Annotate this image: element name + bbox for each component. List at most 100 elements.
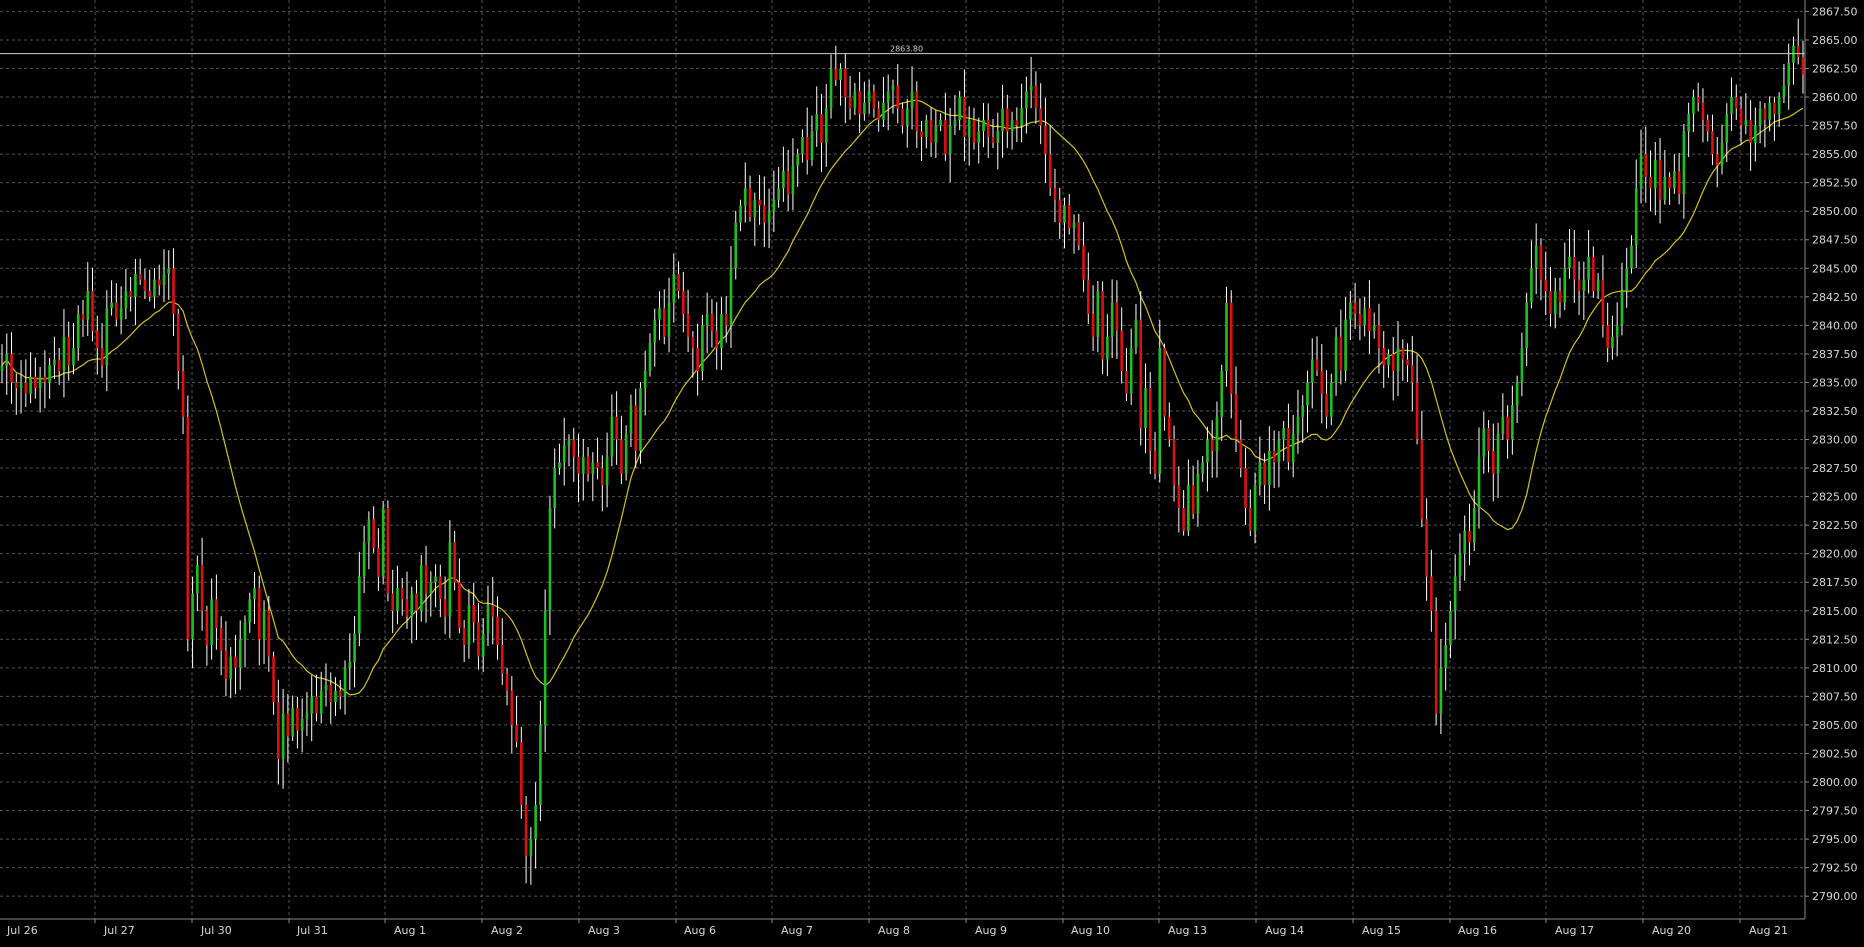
candle-body [1129, 348, 1133, 394]
candle-body [105, 308, 109, 366]
y-tick-label: 2847.50 [1812, 234, 1858, 247]
candle-body [334, 690, 337, 703]
candle-body [581, 456, 585, 474]
candle-body [143, 279, 147, 292]
candle-body [1177, 485, 1181, 509]
candle-body [153, 279, 156, 297]
candle-body [1458, 553, 1462, 577]
candle-body [215, 599, 218, 628]
candle-body [1096, 291, 1100, 337]
candle-body [481, 633, 485, 657]
y-tick-label: 2842.50 [1812, 291, 1858, 304]
candle-body [553, 468, 556, 509]
candle-body [1325, 393, 1328, 417]
candle-body [1291, 433, 1295, 463]
candle-body [1439, 667, 1443, 714]
candle-body [562, 445, 566, 463]
candle-body [286, 713, 290, 737]
candle-body [1029, 85, 1033, 92]
y-tick-label: 2832.50 [1812, 405, 1858, 418]
candle-body [691, 336, 695, 349]
candle-body [448, 542, 452, 617]
candle-body [1501, 416, 1505, 434]
candle-body [1787, 62, 1791, 86]
candle-body [67, 336, 71, 366]
candle-body [1277, 439, 1281, 463]
candle-body [1449, 610, 1452, 646]
candle-body [1515, 382, 1519, 406]
candle-body [1668, 176, 1671, 189]
candle-body [1587, 256, 1590, 280]
candle-body [91, 291, 94, 332]
candle-body [410, 593, 414, 617]
x-tick-label: Aug 1 [394, 924, 426, 937]
candle-body [672, 273, 676, 303]
candle-body [196, 565, 199, 594]
candle-body [1763, 108, 1767, 120]
candle-body [1010, 119, 1014, 132]
candle-body [1034, 85, 1038, 109]
candle-body [1415, 382, 1419, 440]
candle-body [948, 125, 952, 155]
candle-body [1377, 325, 1381, 349]
candle-body [324, 684, 328, 691]
candle-body [1434, 610, 1438, 714]
candle-body [1025, 91, 1028, 109]
candle-body [548, 508, 552, 611]
candle-body [901, 108, 904, 126]
y-tick-label: 2817.50 [1812, 576, 1858, 589]
candle-body [296, 707, 299, 731]
candle-body [886, 91, 890, 103]
y-tick-label: 2840.00 [1812, 319, 1858, 332]
candle-body [257, 587, 261, 640]
candle-body [1606, 325, 1609, 349]
candle-body [291, 707, 294, 737]
candle-body [95, 331, 99, 349]
candle-body [248, 599, 252, 623]
candle-body [1134, 319, 1138, 349]
candle-body [229, 656, 232, 680]
candle-body [1253, 485, 1257, 531]
candle-body [429, 582, 433, 594]
candle-body [1282, 428, 1285, 440]
candle-body [157, 279, 161, 286]
candle-body [1387, 353, 1390, 366]
x-tick-label: Jul 26 [6, 924, 38, 937]
candle-body [786, 171, 790, 195]
candle-body [1411, 365, 1414, 383]
candle-body [963, 97, 966, 137]
candle-body [1225, 302, 1228, 372]
candle-body [734, 222, 738, 269]
candle-body [1039, 108, 1042, 126]
candle-body [48, 365, 51, 383]
y-tick-label: 2855.00 [1812, 148, 1858, 161]
candle-body [1306, 382, 1309, 406]
candle-body [1568, 256, 1571, 269]
candle-body [1310, 359, 1314, 383]
candle-body [1525, 302, 1528, 349]
candle-body [772, 199, 776, 212]
candle-body [100, 348, 104, 366]
x-tick-label: Aug 17 [1555, 924, 1594, 937]
candle-body [815, 114, 819, 132]
candle-body [715, 331, 718, 349]
candle-body [496, 616, 499, 646]
candle-body [848, 97, 852, 109]
candle-body [1453, 576, 1457, 611]
candle-body [167, 268, 171, 274]
candle-body [882, 102, 885, 120]
candle-body [558, 462, 561, 469]
candle-body [739, 205, 742, 223]
candle-body [810, 131, 814, 160]
candle-body [729, 268, 733, 326]
candle-body [934, 125, 938, 143]
candle-body [891, 85, 895, 92]
candle-body [720, 313, 723, 349]
candle-body [329, 684, 333, 703]
candle-body [10, 353, 13, 383]
candle-body [62, 336, 66, 372]
candle-body [477, 622, 480, 657]
candle-body [858, 91, 861, 115]
candle-body [72, 348, 75, 366]
y-tick-label: 2837.50 [1812, 348, 1858, 361]
